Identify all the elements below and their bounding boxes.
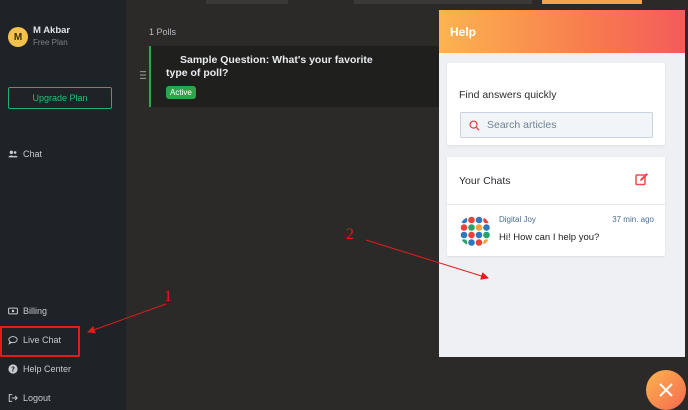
sidebar-item-label: Chat — [23, 149, 43, 159]
help-header: Help — [439, 10, 685, 53]
chat-avatar — [459, 215, 491, 247]
sidebar-item-label: Logout — [23, 393, 51, 403]
upgrade-plan-button[interactable]: Upgrade Plan — [8, 87, 112, 109]
sidebar-item-label: Help Center — [23, 364, 72, 374]
your-chats-card: Your Chats Digital Joy 37 min. ago Hi! H… — [447, 157, 665, 256]
sidebar-item-billing[interactable]: Billing — [8, 306, 47, 316]
drag-handle-icon[interactable] — [140, 70, 146, 80]
edit-icon[interactable] — [635, 172, 649, 186]
chat-list-item[interactable]: Digital Joy 37 min. ago Hi! How can I he… — [447, 205, 665, 256]
toolbar-fragment — [542, 0, 642, 4]
status-badge: Active — [166, 86, 196, 99]
user-plan: Free Plan — [33, 38, 68, 47]
poll-title: Sample Question: What's your favorite ty… — [166, 54, 373, 79]
svg-text:?: ? — [11, 366, 15, 374]
user-name: M Akbar — [33, 25, 71, 36]
annotation-label-2: 2 — [346, 226, 354, 243]
help-title: Help — [450, 25, 477, 39]
question-circle-icon: ? — [8, 364, 18, 374]
search-box[interactable] — [460, 112, 653, 138]
avatar: M — [8, 27, 28, 47]
card-icon — [8, 307, 18, 315]
help-panel: Help Find answers quickly Your Chats — [439, 10, 685, 357]
user-profile[interactable]: M M Akbar Free Plan — [8, 25, 70, 49]
sidebar-item-logout[interactable]: Logout — [8, 393, 51, 403]
chats-title: Your Chats — [459, 175, 511, 187]
annotation-highlight-box — [0, 326, 80, 357]
chat-last-message: Hi! How can I help you? — [499, 232, 600, 243]
search-icon — [469, 119, 480, 131]
find-answers-title: Find answers quickly — [459, 89, 557, 101]
find-answers-card: Find answers quickly — [447, 63, 665, 145]
chats-header: Your Chats — [447, 157, 665, 205]
sidebar-item-label: Billing — [23, 306, 48, 316]
chat-agent-name: Digital Joy — [499, 215, 536, 224]
poll-card[interactable]: Sample Question: What's your favorite ty… — [140, 46, 445, 107]
chat-timestamp: 37 min. ago — [612, 215, 654, 224]
search-input[interactable] — [487, 119, 647, 131]
close-help-button[interactable] — [646, 370, 686, 410]
annotation-label-1: 1 — [164, 288, 172, 305]
profile-text: M Akbar Free Plan — [33, 25, 70, 49]
logout-icon — [8, 394, 18, 402]
close-icon — [659, 383, 673, 397]
users-icon — [8, 150, 18, 158]
toolbar-fragment — [354, 0, 532, 4]
sidebar-item-chat[interactable]: Chat — [8, 149, 42, 159]
polls-count: 1 Polls — [149, 27, 177, 37]
sidebar-item-help-center[interactable]: ? Help Center — [8, 364, 71, 374]
toolbar-fragment — [206, 0, 288, 4]
